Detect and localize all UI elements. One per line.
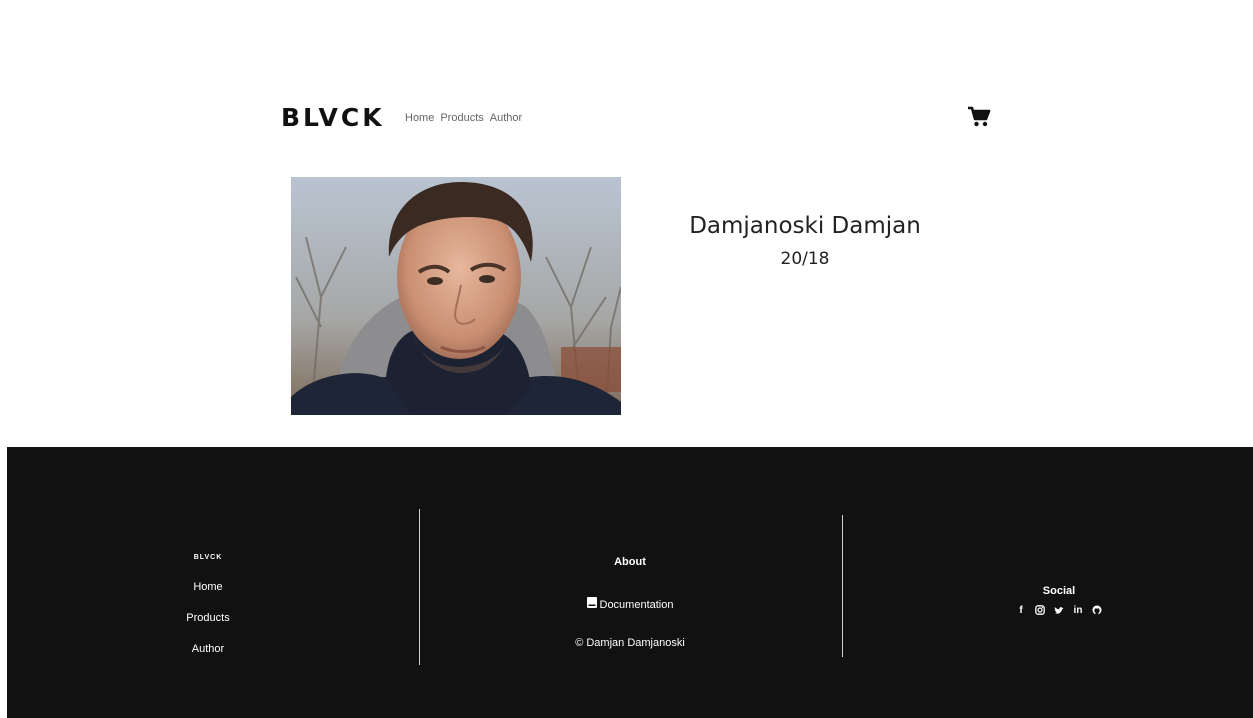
- instagram-icon[interactable]: [1035, 604, 1045, 616]
- footer-author-link[interactable]: Author: [127, 642, 289, 656]
- footer-divider-right: [842, 515, 843, 657]
- github-icon[interactable]: [1092, 604, 1102, 616]
- nav-products-link[interactable]: Products: [440, 111, 483, 125]
- linkedin-icon[interactable]: in: [1073, 604, 1083, 616]
- social-icons: f in: [979, 604, 1139, 616]
- twitter-icon[interactable]: [1054, 604, 1064, 616]
- shopping-cart-icon[interactable]: [967, 106, 991, 128]
- nav-home-link[interactable]: Home: [405, 111, 434, 125]
- footer-copyright: © Damjan Damjanoski: [575, 637, 685, 649]
- footer-brand[interactable]: BLVCK: [127, 554, 289, 561]
- author-index: 20/18: [780, 249, 830, 269]
- footer-home-link[interactable]: Home: [127, 580, 289, 594]
- nav-author-link[interactable]: Author: [490, 111, 522, 125]
- footer-about-link[interactable]: About: [520, 555, 740, 569]
- footer-divider-left: [419, 509, 420, 665]
- book-icon: [586, 597, 597, 612]
- footer-documentation-label: Documentation: [599, 598, 674, 611]
- facebook-icon[interactable]: f: [1016, 604, 1026, 616]
- footer-products-link[interactable]: Products: [127, 611, 289, 625]
- author-photo: [291, 177, 621, 415]
- brand-logo[interactable]: BLVCK: [281, 104, 385, 132]
- footer: BLVCK Home Products Author About Documen…: [7, 447, 1253, 718]
- main-nav: Home Products Author: [405, 111, 522, 125]
- footer-social-title: Social: [1042, 585, 1076, 597]
- author-name: Damjanoski Damjan: [689, 213, 921, 239]
- footer-documentation-link[interactable]: Documentation: [520, 597, 740, 612]
